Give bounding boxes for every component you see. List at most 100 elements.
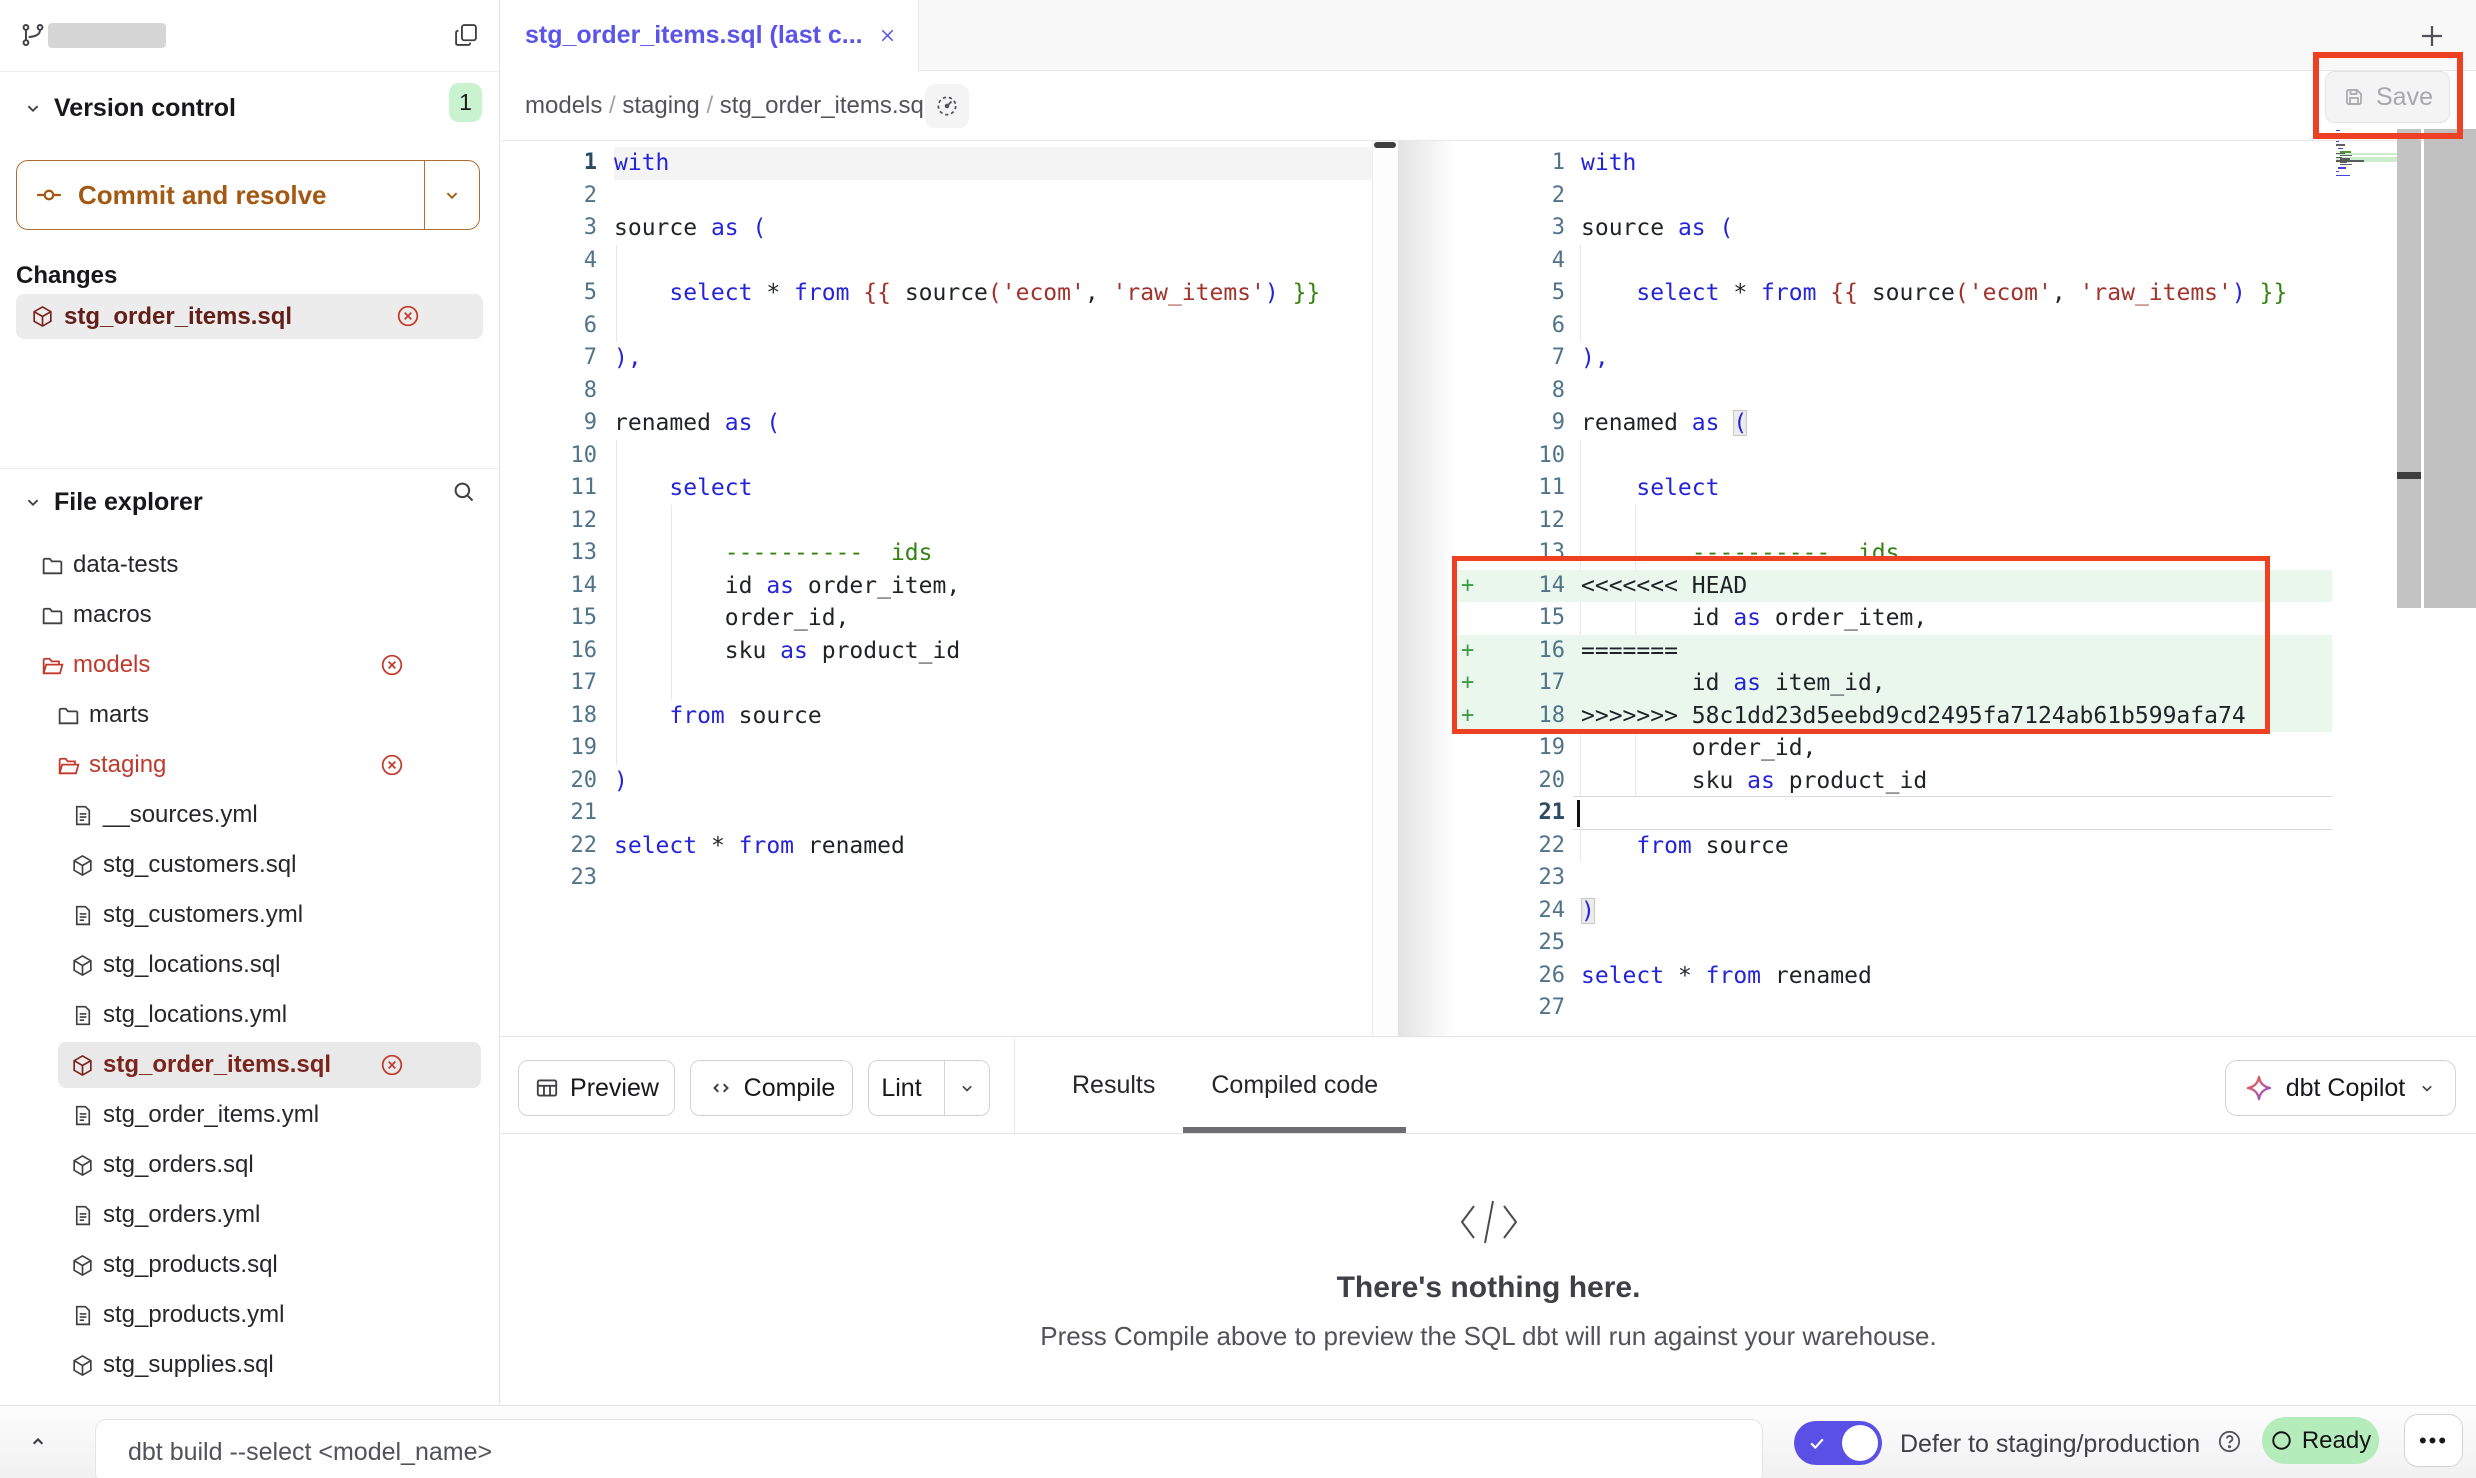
code-line-1[interactable]: 1with bbox=[1457, 147, 2332, 180]
code-line-4[interactable]: 4 bbox=[1457, 245, 2332, 278]
save-button-label: Save bbox=[2376, 83, 2433, 112]
command-input[interactable]: dbt build --select <model_name> bbox=[95, 1419, 1763, 1478]
chevron-up-icon[interactable] bbox=[25, 1428, 51, 1454]
code-line-27[interactable]: 27 bbox=[1457, 992, 2332, 1025]
tab-results[interactable]: Results bbox=[1044, 1038, 1183, 1133]
left-pane-scrollbar[interactable] bbox=[1372, 141, 1398, 1036]
diff-added-marker bbox=[1457, 927, 1481, 960]
commit-icon bbox=[34, 180, 64, 210]
tree-item-stg-products-yml[interactable]: stg_products.yml bbox=[0, 1292, 499, 1338]
tree-item-stg-supplies-sql[interactable]: stg_supplies.sql bbox=[0, 1342, 499, 1388]
code-line-3[interactable]: 3source as ( bbox=[1457, 212, 2332, 245]
tree-item-stg-customers-sql[interactable]: stg_customers.sql bbox=[0, 842, 499, 888]
status-badge[interactable]: Ready bbox=[2262, 1417, 2379, 1464]
search-icon[interactable] bbox=[450, 478, 477, 505]
version-control-header[interactable]: Version control 1 bbox=[0, 86, 499, 130]
file-explorer-header[interactable]: File explorer bbox=[0, 480, 499, 524]
code-line-26[interactable]: 26select * from renamed bbox=[1457, 960, 2332, 993]
code-line-13[interactable]: 13 ---------- ids bbox=[1457, 537, 2332, 570]
tree-item-stg-products-sql[interactable]: stg_products.sql bbox=[0, 1242, 499, 1288]
breadcrumb-item[interactable]: stg_order_items.sql bbox=[720, 92, 929, 120]
code-editor[interactable]: 1with23source as (45 select * from {{ so… bbox=[501, 140, 2476, 1037]
tree-item-stg-locations-yml[interactable]: stg_locations.yml bbox=[0, 992, 499, 1038]
code-line-2[interactable]: 2 bbox=[1457, 180, 2332, 213]
dbt-copilot-icon bbox=[2244, 1073, 2274, 1103]
tree-item-macros[interactable]: macros bbox=[0, 592, 499, 638]
editor-pane-working[interactable]: 1with 2 3source as ( 4 5 select * from {… bbox=[1457, 141, 2332, 1036]
tree-item-marts[interactable]: marts bbox=[0, 692, 499, 738]
doc-icon bbox=[70, 903, 95, 928]
code-line-12[interactable]: 12 bbox=[1457, 505, 2332, 538]
line-number: 23 bbox=[1481, 862, 1565, 895]
code-line-12: 12 bbox=[501, 505, 1372, 538]
conflict-x-icon[interactable] bbox=[379, 1052, 405, 1078]
conflict-x-icon[interactable] bbox=[395, 303, 421, 329]
diff-added-marker bbox=[1457, 212, 1481, 245]
code-line-9[interactable]: 9renamed as ( bbox=[1457, 407, 2332, 440]
dbt-copilot-button[interactable]: dbt Copilot bbox=[2225, 1060, 2456, 1116]
lineage-icon[interactable] bbox=[925, 84, 969, 128]
code-line-16[interactable]: +16======= bbox=[1457, 635, 2332, 668]
code-line-25[interactable]: 25 bbox=[1457, 927, 2332, 960]
code-line-7[interactable]: 7), bbox=[1457, 342, 2332, 375]
code-line-8[interactable]: 8 bbox=[1457, 375, 2332, 408]
tree-item-models[interactable]: models bbox=[0, 642, 499, 688]
scrollbar-thumb[interactable] bbox=[2397, 472, 2421, 479]
changed-file-row[interactable]: stg_order_items.sql bbox=[16, 294, 483, 339]
lint-button[interactable]: Lint bbox=[868, 1060, 990, 1116]
code-line-22[interactable]: 22 from source bbox=[1457, 830, 2332, 863]
editor-scrollbar[interactable] bbox=[2397, 129, 2421, 608]
compile-button[interactable]: Compile bbox=[690, 1060, 853, 1116]
tree-item-stg-customers-yml[interactable]: stg_customers.yml bbox=[0, 892, 499, 938]
help-icon[interactable] bbox=[2216, 1428, 2243, 1455]
line-number: 22 bbox=[1481, 830, 1565, 863]
defer-toggle[interactable] bbox=[1794, 1421, 1882, 1465]
tree-item-stg-locations-sql[interactable]: stg_locations.sql bbox=[0, 942, 499, 988]
copy-icon[interactable] bbox=[452, 21, 480, 49]
new-tab-button[interactable] bbox=[2409, 13, 2455, 59]
tab-stg-order-items[interactable]: stg_order_items.sql (last c... bbox=[501, 0, 919, 71]
tree-item-stg-order-items-sql[interactable]: stg_order_items.sql bbox=[0, 1042, 499, 1088]
save-button[interactable]: Save bbox=[2325, 71, 2450, 123]
code-text: renamed as ( bbox=[1581, 407, 1747, 440]
code-line-5[interactable]: 5 select * from {{ source('ecom', 'raw_i… bbox=[1457, 277, 2332, 310]
commit-dropdown-button[interactable] bbox=[424, 161, 479, 229]
diff-added-marker bbox=[1457, 505, 1481, 538]
code-line-19[interactable]: 19 order_id, bbox=[1457, 732, 2332, 765]
tree-item-stg-order-items-yml[interactable]: stg_order_items.yml bbox=[0, 1092, 499, 1138]
tree-item--sources-yml[interactable]: __sources.yml bbox=[0, 792, 499, 838]
tree-item-label: stg_supplies.sql bbox=[103, 1351, 274, 1379]
code-line-23[interactable]: 23 bbox=[1457, 862, 2332, 895]
conflict-x-icon[interactable] bbox=[379, 652, 405, 678]
code-line-21[interactable]: 21 bbox=[1457, 797, 2332, 830]
preview-button[interactable]: Preview bbox=[518, 1060, 675, 1116]
code-text: select * from {{ source('ecom', 'raw_ite… bbox=[1581, 277, 2287, 310]
code-line-20[interactable]: 20 sku as product_id bbox=[1457, 765, 2332, 798]
code-line-6[interactable]: 6 bbox=[1457, 310, 2332, 343]
lint-dropdown-button[interactable] bbox=[944, 1061, 989, 1115]
commit-and-resolve-button[interactable]: Commit and resolve bbox=[16, 160, 480, 230]
code-line-10[interactable]: 10 bbox=[1457, 440, 2332, 473]
line-number: 13 bbox=[1481, 537, 1565, 570]
tree-item-staging[interactable]: staging bbox=[0, 742, 499, 788]
close-icon[interactable] bbox=[877, 25, 898, 46]
more-options-button[interactable]: ••• bbox=[2404, 1414, 2463, 1467]
code-line-17[interactable]: +17 id as item_id, bbox=[1457, 667, 2332, 700]
folder-icon bbox=[40, 553, 65, 578]
tree-item-stg-orders-sql[interactable]: stg_orders.sql bbox=[0, 1142, 499, 1188]
conflict-x-icon[interactable] bbox=[379, 752, 405, 778]
code-line-14[interactable]: +14<<<<<<< HEAD bbox=[1457, 570, 2332, 603]
tree-item-label: data-tests bbox=[73, 551, 178, 579]
tree-item-stg-orders-yml[interactable]: stg_orders.yml bbox=[0, 1192, 499, 1238]
diff-added-marker bbox=[1457, 440, 1481, 473]
breadcrumb-item[interactable]: models bbox=[525, 92, 602, 120]
breadcrumb-item[interactable]: staging bbox=[622, 92, 699, 120]
tab-compiled-code[interactable]: Compiled code bbox=[1183, 1038, 1406, 1133]
code-line-24[interactable]: 24) bbox=[1457, 895, 2332, 928]
code-line-11[interactable]: 11 select bbox=[1457, 472, 2332, 505]
code-text: with bbox=[614, 147, 669, 180]
code-line-18[interactable]: +18>>>>>>> 58c1dd23d5eebd9cd2495fa7124ab… bbox=[1457, 700, 2332, 733]
doc-icon bbox=[70, 803, 95, 828]
tree-item-data-tests[interactable]: data-tests bbox=[0, 542, 499, 588]
code-line-15[interactable]: 15 id as order_item, bbox=[1457, 602, 2332, 635]
